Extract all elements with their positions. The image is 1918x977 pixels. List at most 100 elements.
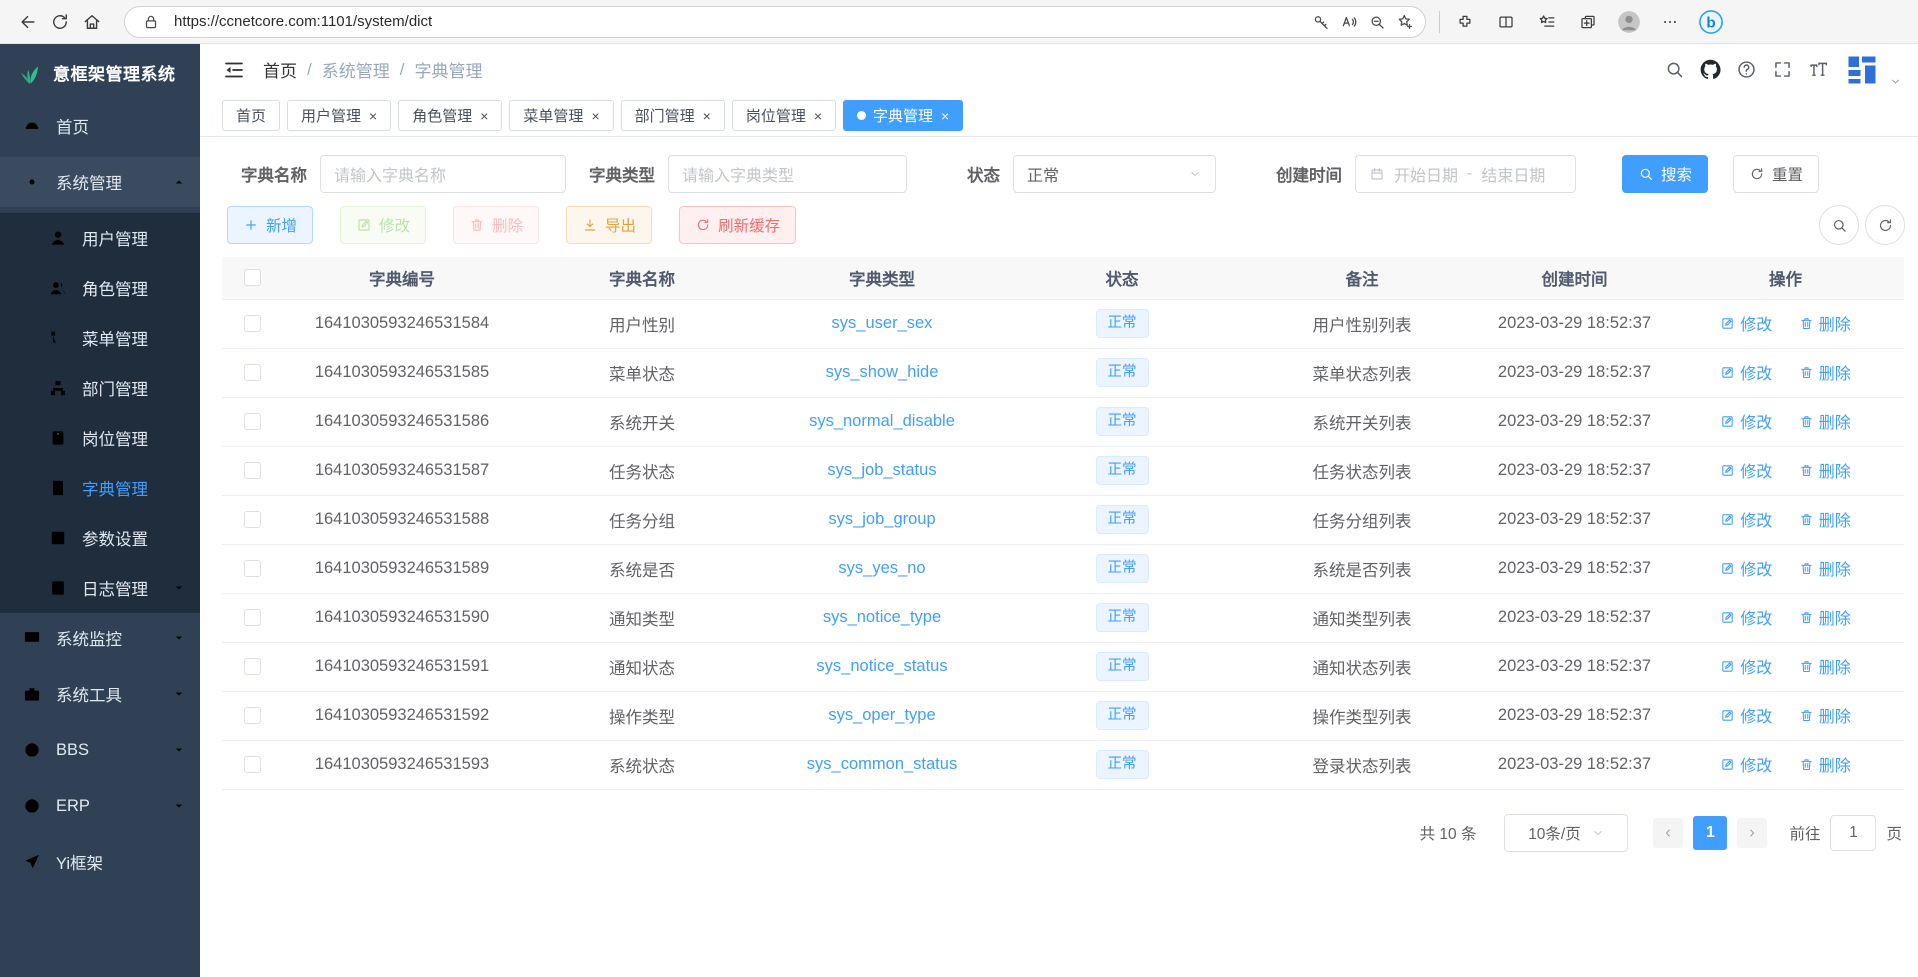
key-icon[interactable] [1307, 8, 1335, 36]
tab-close-icon[interactable]: × [591, 109, 599, 123]
row-checkbox[interactable] [244, 560, 261, 577]
sidebar-item-系统监控[interactable]: 系统监控 [0, 613, 200, 663]
row-edit-link[interactable]: 修改 [1720, 654, 1772, 678]
tab-close-icon[interactable]: × [814, 109, 822, 123]
home-icon[interactable] [76, 6, 108, 38]
row-edit-link[interactable]: 修改 [1720, 752, 1772, 776]
zoom-out-icon[interactable] [1363, 8, 1391, 36]
row-checkbox[interactable] [244, 756, 261, 773]
dict-type-link[interactable]: sys_show_hide [826, 363, 939, 381]
row-edit-link[interactable]: 修改 [1720, 311, 1772, 335]
table-refresh-button[interactable] [1865, 205, 1905, 245]
github-icon[interactable] [1700, 59, 1721, 80]
sidebar-item-菜单管理[interactable]: 菜单管理 [0, 313, 200, 363]
row-checkbox[interactable] [244, 462, 261, 479]
collections-icon[interactable] [1572, 6, 1604, 38]
bing-chat-icon[interactable]: b [1695, 6, 1727, 38]
dict-type-link[interactable]: sys_notice_type [823, 608, 941, 626]
refresh-cache-button[interactable]: 刷新缓存 [679, 206, 796, 244]
add-button[interactable]: 新增 [227, 206, 313, 244]
tab-岗位管理[interactable]: 岗位管理× [732, 100, 836, 131]
row-delete-link[interactable]: 删除 [1799, 360, 1851, 384]
sidebar-item-系统管理[interactable]: 系统管理 [0, 157, 200, 207]
row-delete-link[interactable]: 删除 [1799, 507, 1851, 531]
favorites-icon[interactable] [1531, 6, 1563, 38]
search-icon[interactable] [1664, 59, 1685, 80]
dict-type-link[interactable]: sys_normal_disable [809, 412, 955, 430]
sidebar-item-首页[interactable]: 首页 [0, 101, 200, 151]
row-delete-link[interactable]: 删除 [1799, 752, 1851, 776]
goto-page-input[interactable]: 1 [1830, 815, 1876, 851]
more-icon[interactable] [1654, 6, 1686, 38]
row-edit-link[interactable]: 修改 [1720, 703, 1772, 727]
table-search-toggle-button[interactable] [1819, 205, 1859, 245]
tab-close-icon[interactable]: × [703, 109, 711, 123]
sidebar-item-系统工具[interactable]: 系统工具 [0, 669, 200, 719]
tab-close-icon[interactable]: × [941, 109, 949, 123]
row-edit-link[interactable]: 修改 [1720, 556, 1772, 580]
row-delete-link[interactable]: 删除 [1799, 311, 1851, 335]
row-delete-link[interactable]: 删除 [1799, 409, 1851, 433]
dict-type-input[interactable]: 请输入字典类型 [668, 155, 907, 193]
page-number-button[interactable]: 1 [1693, 816, 1727, 850]
sidebar-item-ERP[interactable]: ERP [0, 781, 200, 831]
tab-部门管理[interactable]: 部门管理× [621, 100, 725, 131]
row-delete-link[interactable]: 删除 [1799, 556, 1851, 580]
reset-button[interactable]: 重置 [1733, 155, 1819, 193]
dict-type-link[interactable]: sys_oper_type [828, 706, 935, 724]
fullscreen-icon[interactable] [1772, 59, 1793, 80]
edit-button[interactable]: 修改 [340, 206, 426, 244]
dict-type-link[interactable]: sys_common_status [807, 755, 957, 773]
delete-button[interactable]: 删除 [453, 206, 539, 244]
dict-type-link[interactable]: sys_notice_status [816, 657, 947, 675]
row-checkbox[interactable] [244, 658, 261, 675]
sidebar-item-角色管理[interactable]: 角色管理 [0, 263, 200, 313]
row-checkbox[interactable] [244, 364, 261, 381]
sidebar-item-Yi框架[interactable]: Yi框架 [0, 837, 200, 887]
dict-name-input[interactable]: 请输入字典名称 [320, 155, 566, 193]
tab-角色管理[interactable]: 角色管理× [398, 100, 502, 131]
sidebar-item-部门管理[interactable]: 部门管理 [0, 363, 200, 413]
address-bar[interactable]: https://ccnetcore.com:1101/system/dict [124, 6, 1426, 38]
search-button[interactable]: 搜索 [1622, 155, 1708, 193]
chevron-down-icon[interactable] [1889, 75, 1902, 88]
refresh-icon[interactable] [44, 6, 76, 38]
row-delete-link[interactable]: 删除 [1799, 703, 1851, 727]
dict-type-link[interactable]: sys_user_sex [832, 314, 933, 332]
status-select[interactable]: 正常 [1013, 155, 1216, 193]
tab-close-icon[interactable]: × [369, 109, 377, 123]
sidebar-item-岗位管理[interactable]: 岗位管理 [0, 413, 200, 463]
read-aloud-icon[interactable] [1335, 8, 1363, 36]
row-checkbox[interactable] [244, 609, 261, 626]
row-delete-link[interactable]: 删除 [1799, 654, 1851, 678]
row-delete-link[interactable]: 删除 [1799, 458, 1851, 482]
export-button[interactable]: 导出 [566, 206, 652, 244]
split-screen-icon[interactable] [1490, 6, 1522, 38]
row-checkbox[interactable] [244, 511, 261, 528]
sidebar-item-参数设置[interactable]: 参数设置 [0, 513, 200, 563]
row-checkbox[interactable] [244, 707, 261, 724]
sidebar-item-字典管理[interactable]: 字典管理 [0, 463, 200, 513]
extensions-icon[interactable] [1449, 6, 1481, 38]
collapse-menu-icon[interactable] [222, 58, 246, 82]
profile-avatar[interactable] [1613, 6, 1645, 38]
prev-page-button[interactable] [1653, 818, 1683, 848]
next-page-button[interactable] [1737, 818, 1767, 848]
select-all-checkbox[interactable] [244, 269, 261, 286]
dict-type-link[interactable]: sys_job_status [827, 461, 936, 479]
yi-logo-icon[interactable] [1844, 52, 1880, 88]
row-checkbox[interactable] [244, 413, 261, 430]
sidebar-item-用户管理[interactable]: 用户管理 [0, 213, 200, 263]
date-range-picker[interactable]: 开始日期 - 结束日期 [1355, 155, 1576, 193]
row-edit-link[interactable]: 修改 [1720, 458, 1772, 482]
row-edit-link[interactable]: 修改 [1720, 507, 1772, 531]
page-size-select[interactable]: 10条/页 [1504, 814, 1628, 852]
add-favorite-icon[interactable] [1391, 8, 1419, 36]
sidebar-item-BBS[interactable]: BBS [0, 725, 200, 775]
tab-首页[interactable]: 首页 [222, 100, 280, 131]
tab-close-icon[interactable]: × [480, 109, 488, 123]
tab-字典管理[interactable]: 字典管理× [843, 100, 963, 131]
breadcrumb-home[interactable]: 首页 [263, 57, 297, 82]
tab-用户管理[interactable]: 用户管理× [287, 100, 391, 131]
tab-菜单管理[interactable]: 菜单管理× [509, 100, 613, 131]
